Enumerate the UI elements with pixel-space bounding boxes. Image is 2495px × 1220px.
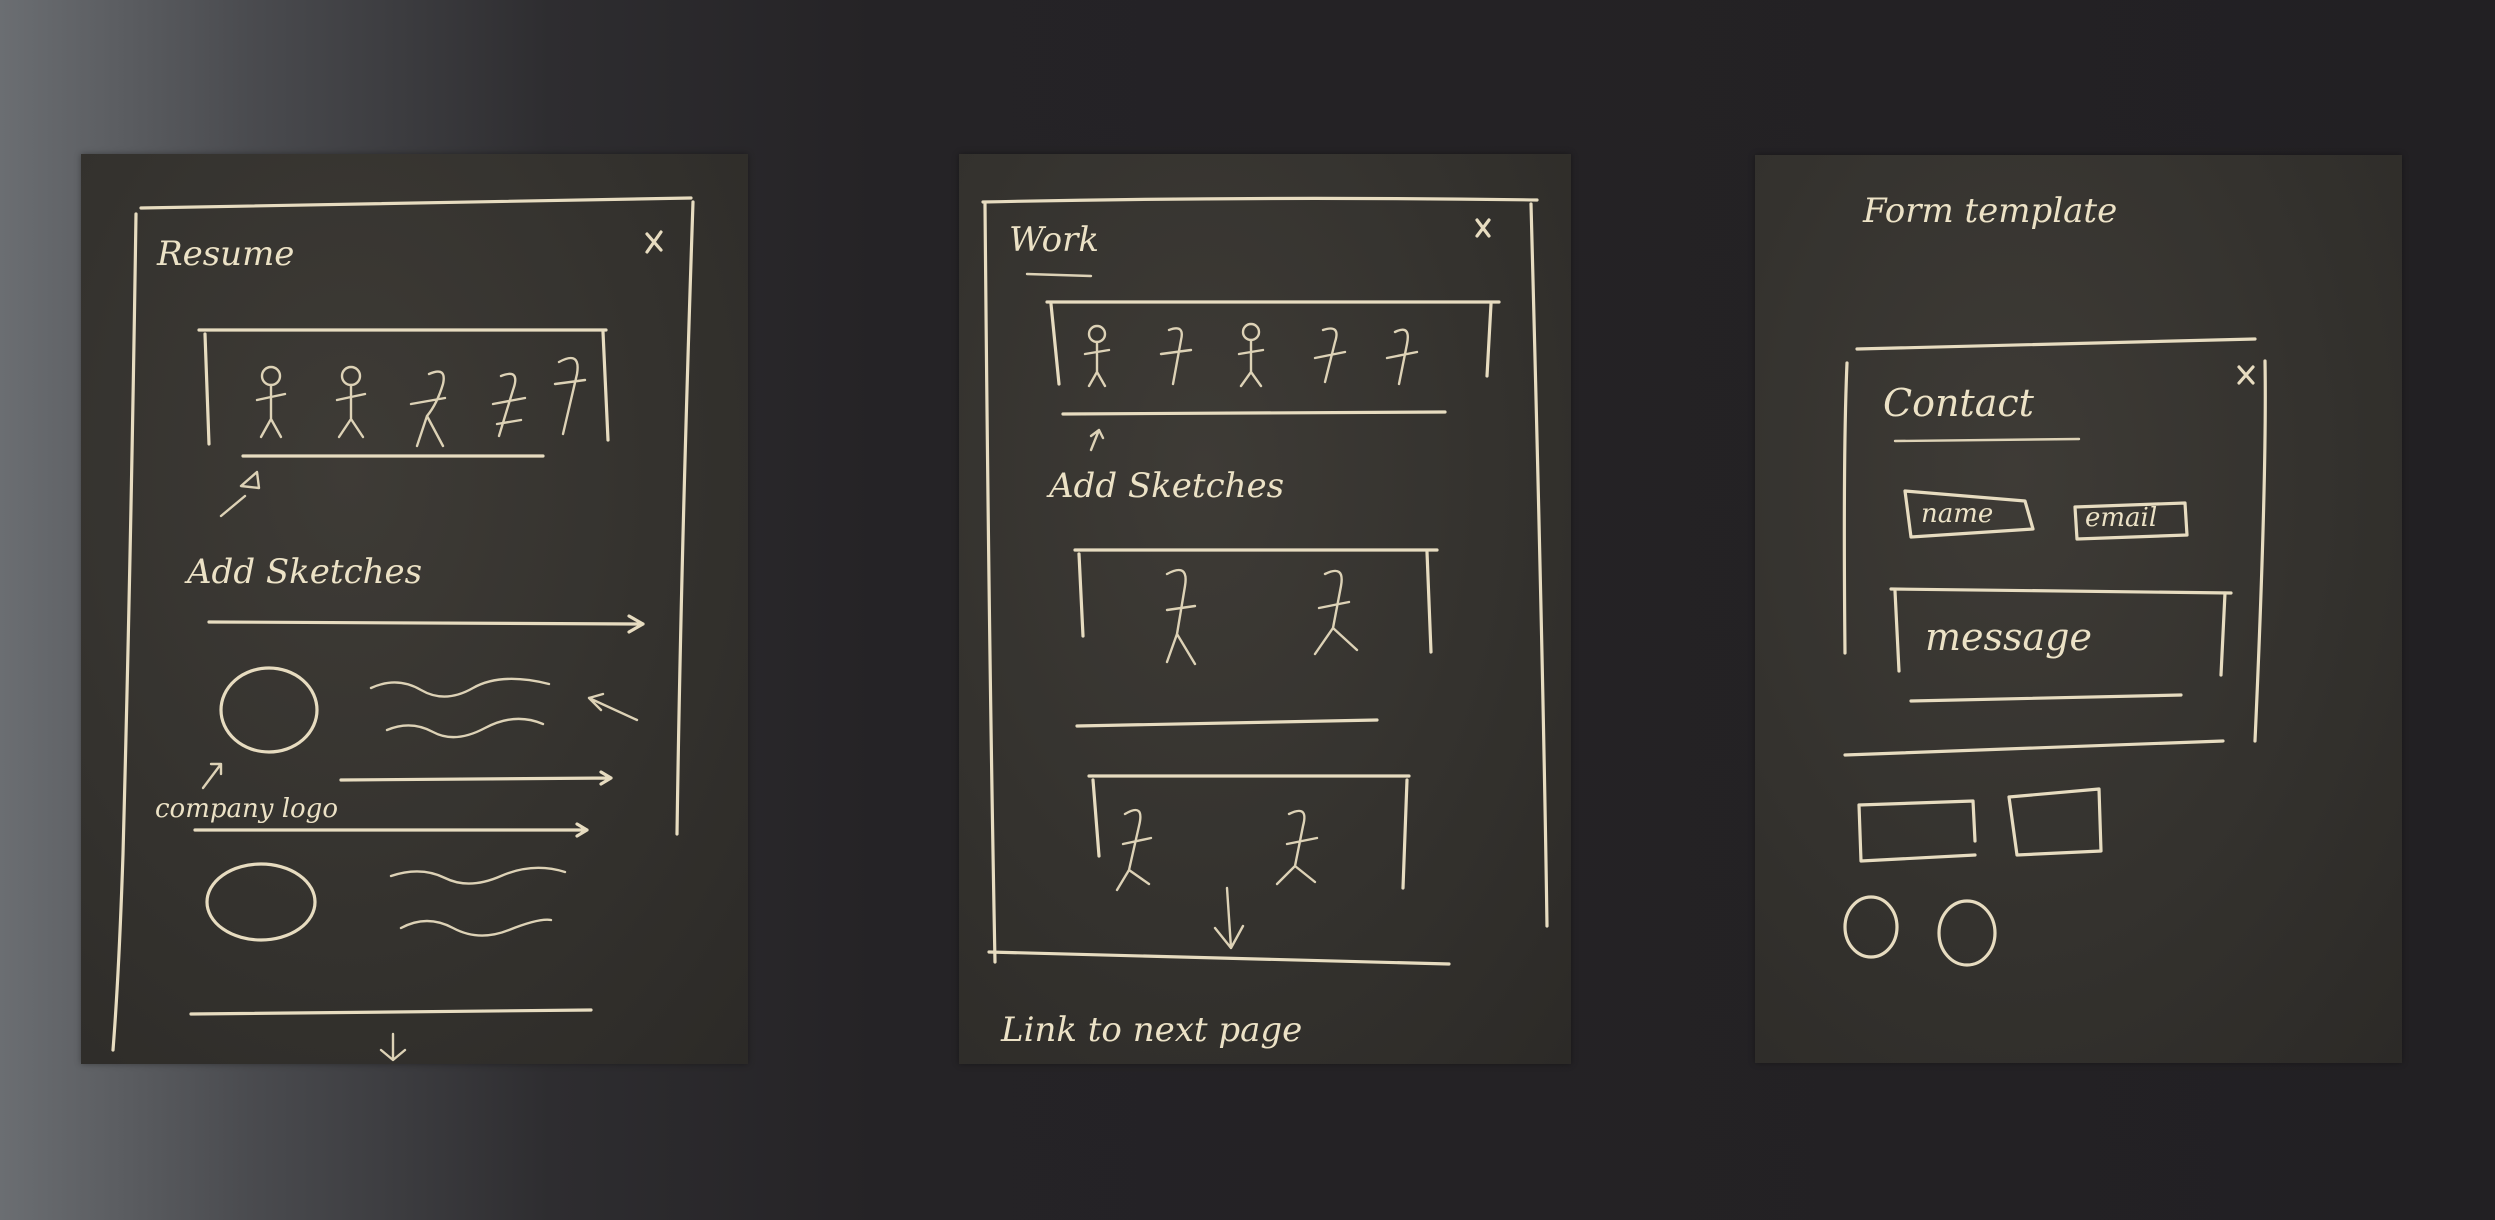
work-close-icon bbox=[1475, 218, 1491, 238]
form-button-outline-1 bbox=[1857, 799, 1977, 863]
contact-close-icon bbox=[2237, 365, 2255, 385]
email-field-label: email bbox=[2085, 503, 2158, 533]
resume-add-sketches-label: Add Sketches bbox=[187, 552, 423, 592]
work-sketch-drawing bbox=[981, 196, 1549, 966]
work-add-sketches-label: Add Sketches bbox=[1049, 466, 1285, 506]
link-to-next-page-label: Link to next page bbox=[1001, 1010, 1303, 1050]
contact-sketch-drawing bbox=[1842, 337, 2267, 967]
company-logo-placeholder bbox=[219, 666, 319, 754]
company-logo-label: company logo bbox=[155, 794, 338, 824]
work-sketch-card: Work Add Sketches Link to next page bbox=[959, 154, 1571, 1064]
work-stick-figures-row bbox=[1083, 322, 1419, 388]
name-field-label: name bbox=[1921, 499, 1994, 529]
contact-title: Contact bbox=[1883, 381, 2034, 425]
resume-sketch-drawing bbox=[111, 196, 695, 1062]
social-icon-placeholder-2 bbox=[1937, 899, 1997, 967]
form-template-heading: Form template bbox=[1863, 191, 2118, 231]
resume-sketch-card: Resume Add Sketches company logo bbox=[81, 154, 748, 1064]
resume-close-icon bbox=[645, 230, 663, 254]
message-field-label: message bbox=[1925, 615, 2092, 659]
resume-title: Resume bbox=[157, 234, 295, 274]
stick-figures-row bbox=[255, 356, 587, 448]
social-icon-placeholder-1 bbox=[1843, 895, 1899, 959]
work-title: Work bbox=[1009, 220, 1099, 260]
form-button-outline-2 bbox=[2007, 787, 2103, 857]
contact-sketch-card: Form template Contact name email message bbox=[1755, 155, 2402, 1063]
